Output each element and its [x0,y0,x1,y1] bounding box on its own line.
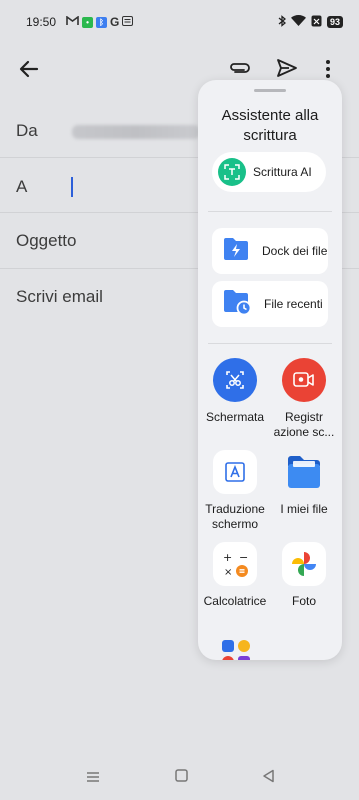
bluetooth-icon [278,14,286,30]
recent-files-label: File recenti [264,296,323,311]
app-label: Foto [291,594,316,608]
app-screenshot[interactable]: Schermata [202,358,268,425]
system-navigation-bar [0,750,359,800]
app-label: Schermata [205,410,265,424]
panel-drag-handle[interactable] [254,89,286,92]
file-dock-card[interactable]: Dock dei file [212,228,328,274]
ai-text-scan-icon [218,158,246,186]
app-notification-icon: • [82,16,94,28]
app-label: I miei file [280,502,328,516]
menu-nav-icon[interactable] [86,770,100,788]
google-icon: G [110,15,120,29]
no-sim-icon [311,15,322,30]
svg-text:+: + [223,551,232,564]
folder-clock-icon [222,288,252,321]
scissors-icon [213,358,257,402]
app-photos[interactable]: Foto [271,542,337,609]
app-screen-recording[interactable]: Registr azione sc... [271,358,337,440]
status-time: 19:50 [26,15,57,29]
keyboard-icon [122,15,134,29]
ai-writing-button[interactable]: Scrittura AI [212,152,326,192]
folder-bolt-icon [222,236,250,267]
app-label: Traduzione schermo [205,502,265,531]
app-calculator[interactable]: + − × Calcolatrice [202,542,268,609]
gmail-icon [66,15,79,29]
attachment-icon[interactable] [228,60,250,81]
files-folder-icon [282,450,326,494]
svg-text:−: − [239,551,248,564]
back-arrow-icon[interactable] [18,58,40,85]
translate-icon [213,450,257,494]
app-my-files[interactable]: I miei file [271,450,337,517]
back-nav-icon[interactable] [262,769,275,788]
panel-divider [208,343,332,344]
app-folder-partial[interactable] [220,638,254,660]
file-dock-label: Dock dei file [262,243,328,258]
wifi-icon [290,15,306,29]
to-label: A [16,177,28,196]
home-nav-icon[interactable] [175,769,188,787]
app-screen-translation[interactable]: Traduzione schermo [202,450,268,532]
screen-record-icon [282,358,326,402]
svg-text:×: × [224,567,232,578]
recent-files-card[interactable]: File recenti [212,281,328,327]
from-label: Da [16,121,38,140]
panel-divider [208,211,332,212]
text-cursor [71,177,73,197]
from-address-redacted [72,125,200,139]
subject-placeholder: Oggetto [16,231,77,250]
writing-assistant-panel: Assistente alla scrittura Scrittura AI D… [198,80,342,660]
notification-icons: • ᛒ G [66,15,134,29]
ai-writing-label: Scrittura AI [253,165,312,179]
calculator-icon: + − × [213,542,257,586]
bluetooth-app-icon: ᛒ [96,16,108,28]
body-placeholder: Scrivi email [16,287,103,306]
photos-icon [282,542,326,586]
panel-title: Assistente alla scrittura [221,107,319,144]
battery-indicator: 93 [326,16,343,28]
app-label: Registr azione sc... [273,410,335,439]
app-label: Calcolatrice [203,594,267,608]
status-bar: 19:50 • ᛒ G 93 [0,0,359,44]
